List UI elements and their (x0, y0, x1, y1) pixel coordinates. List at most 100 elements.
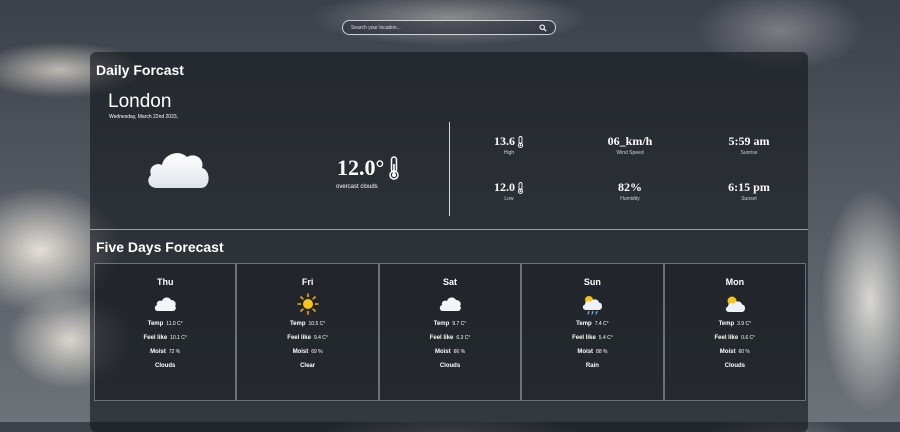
temp-label: Temp (289, 321, 306, 327)
feel-value: 6.3 C° (456, 335, 471, 341)
thermometer-icon (389, 156, 400, 180)
feel-value: 10.1 C° (170, 335, 187, 341)
feel-value: 5.4 C° (598, 335, 613, 341)
search-bar[interactable] (342, 20, 556, 35)
vertical-divider (449, 122, 450, 216)
feel-label: Feel like (287, 335, 311, 341)
feel-label: Feel like (429, 335, 454, 341)
temp-row: Temp 11.0 C° (95, 321, 235, 327)
condition: Clouds (155, 363, 176, 369)
day-name: Sat (443, 277, 458, 287)
horizontal-divider (90, 229, 808, 230)
temp-value: 11.0 C° (166, 321, 183, 327)
feel-label: Feel like (714, 335, 739, 341)
city-name: London (108, 91, 172, 112)
current-date: Wednesday, March 22nd 2023, (109, 114, 179, 120)
stat-sunrise-label: Sunrise (740, 150, 758, 156)
moist-label: Moist (719, 349, 736, 355)
day-name: Thu (156, 277, 174, 287)
stat-high: 13.6 High (464, 134, 554, 156)
temp-value: 7.4 C° (594, 321, 609, 327)
stat-humidity: 82% Humidity (585, 180, 675, 202)
condition: Clouds (439, 363, 461, 369)
day-card-mon: Mon Temp 3.9 C° Feel like 0.6 C° Moist 60 %… (663, 263, 807, 401)
temp-label: Temp (576, 321, 592, 327)
temp-row: Temp 3.9 C° (665, 321, 805, 327)
stat-high-label: High (503, 150, 515, 156)
day-card-thu: Thu Temp 11.0 C° Feel like 10.1 C° Moist 72… (94, 263, 237, 401)
stat-sunrise: 5:59 am Sunrise (704, 134, 794, 156)
stat-humidity-value: 82% (618, 180, 642, 194)
stat-high-value: 13.6 (494, 134, 515, 148)
search-icon[interactable] (539, 23, 547, 32)
feel-row: Feel like 10.1 C° (95, 335, 235, 341)
stat-humidity-label: Humidity (620, 196, 640, 202)
stat-low-value: 12.0 (494, 180, 515, 194)
feel-value: 9.4 C° (313, 335, 328, 341)
day-card-sun: Sun Temp 7.4 C° Feel like 5.4 C° Moist 88 %… (521, 263, 664, 401)
stat-sunset-value: 6:15 pm (728, 180, 770, 194)
thermometer-icon (517, 135, 524, 148)
temp-label: Temp (147, 321, 164, 327)
weather-panel: Daily Forcast London Wednesday, March 22… (90, 52, 808, 432)
moist-row: Moist 88 % (522, 349, 662, 355)
temp-row: Temp 9.7 C° (380, 321, 520, 327)
sun-icon (296, 293, 319, 315)
rain-cloud-icon (583, 296, 603, 315)
sun-cloud-icon (725, 296, 745, 312)
feel-label: Feel like (143, 335, 168, 341)
moist-row: Moist 60 % (665, 349, 805, 355)
stat-wind: 06_km/h Wind Speed (585, 134, 675, 156)
moist-row: Moist 69 % (237, 349, 377, 355)
temp-label: Temp (718, 321, 735, 327)
condition: Clear (300, 363, 316, 369)
day-card-fri: Fri Temp 10.5 C° Feel like 9.4 C° Moist 69 … (236, 263, 379, 401)
current-temperature-value: 12.0° (337, 155, 385, 180)
cloud-icon (148, 153, 209, 188)
stat-sunrise-value: 5:59 am (728, 134, 770, 148)
moist-label: Moist (434, 349, 451, 355)
moist-value: 66 % (453, 349, 466, 355)
five-days-title: Five Days Forecast (96, 239, 224, 255)
moist-value: 72 % (168, 349, 181, 355)
temp-label: Temp (433, 321, 450, 327)
feel-row: Feel like 9.4 C° (237, 335, 377, 341)
moist-value: 60 % (738, 349, 750, 355)
stat-sunset-label: Sunset (741, 196, 757, 202)
stat-wind-value: 06_km/h (607, 134, 653, 148)
five-day-list: Thu Temp 11.0 C° Feel like 10.1 C° Moist 72… (94, 263, 807, 401)
day-name: Mon (725, 277, 745, 287)
feel-value: 0.6 C° (741, 335, 756, 341)
cloud-icon (439, 297, 461, 311)
moist-value: 88 % (596, 349, 608, 355)
weather-description: overcast clouds (336, 184, 378, 190)
feel-label: Feel like (572, 335, 596, 341)
moist-row: Moist 66 % (380, 349, 520, 355)
temp-value: 10.5 C° (308, 321, 326, 327)
day-name: Fri (301, 277, 314, 287)
feel-row: Feel like 5.4 C° (522, 335, 662, 341)
temp-row: Temp 7.4 C° (522, 321, 662, 327)
feel-row: Feel like 0.6 C° (665, 335, 805, 341)
condition: Clouds (724, 363, 745, 369)
search-input[interactable] (351, 24, 539, 31)
stat-wind-label: Wind Speed (616, 150, 644, 156)
day-card-sat: Sat Temp 9.7 C° Feel like 6.3 C° Moist 66 %… (378, 263, 522, 401)
moist-label: Moist (577, 349, 594, 355)
current-temperature: 12.0° (337, 155, 400, 181)
temp-value: 3.9 C° (737, 321, 752, 327)
stat-low-label: Low (504, 196, 514, 202)
cloud-icon (155, 297, 177, 311)
temp-value: 9.7 C° (452, 321, 467, 327)
stat-sunset: 6:15 pm Sunset (704, 180, 794, 202)
moist-value: 69 % (311, 349, 323, 355)
condition: Rain (585, 363, 599, 369)
day-name: Sun (583, 277, 601, 287)
temp-row: Temp 10.5 C° (237, 321, 377, 327)
feel-row: Feel like 6.3 C° (380, 335, 520, 341)
thermometer-icon (517, 181, 524, 194)
moist-row: Moist 72 % (95, 349, 235, 355)
moist-label: Moist (150, 349, 166, 355)
daily-forecast-title: Daily Forcast (96, 62, 184, 78)
stat-low: 12.0 Low (464, 180, 554, 202)
